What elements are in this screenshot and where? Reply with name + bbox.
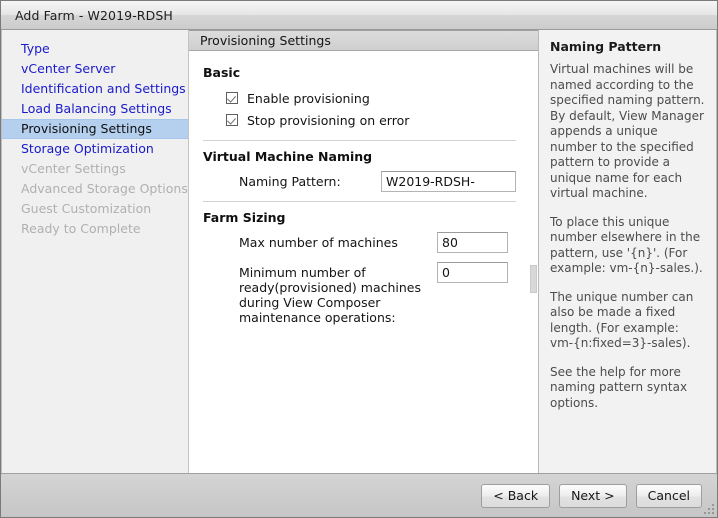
sidebar-item-vcenter-server[interactable]: vCenter Server xyxy=(2,59,188,79)
content-header: Provisioning Settings xyxy=(189,30,538,51)
section-title-virtual-machine-naming: Virtual Machine Naming xyxy=(203,149,373,164)
sidebar-item-ready-to-complete: Ready to Complete xyxy=(21,221,141,236)
max-machines-label: Max number of machines xyxy=(239,235,398,250)
sidebar-item-storage-optimization[interactable]: Storage Optimization xyxy=(2,139,188,159)
max-machines-row: Max number of machines 80 xyxy=(203,232,516,253)
sidebar-item-provisioning-settings[interactable]: Provisioning Settings xyxy=(2,119,188,139)
help-paragraph-4: See the help for more naming pattern syn… xyxy=(550,364,688,410)
naming-pattern-input[interactable]: W2019-RDSH- xyxy=(381,171,516,192)
min-ready-machines-input[interactable]: 0 xyxy=(437,262,508,283)
content-scroll-area: Basic Enable provisioning Stop provision… xyxy=(189,51,538,473)
naming-pattern-label: Naming Pattern: xyxy=(239,174,341,189)
sidebar-item-guest-customization: Guest Customization xyxy=(21,201,152,216)
sidebar-item-advanced-storage-options: Advanced Storage Options xyxy=(21,181,188,196)
max-machines-input[interactable]: 80 xyxy=(437,232,508,253)
resize-grip[interactable] xyxy=(704,504,714,514)
min-ready-machines-label: Minimum number of ready(provisioned) mac… xyxy=(239,265,422,325)
help-title: Naming Pattern xyxy=(550,39,662,54)
cancel-button[interactable]: Cancel xyxy=(635,483,702,508)
title-bar: Add Farm - W2019-RDSH xyxy=(1,1,717,30)
section-title-farm-sizing: Farm Sizing xyxy=(203,210,286,225)
sidebar-item-identification-and-settings[interactable]: Identification and Settings xyxy=(2,79,188,99)
help-paragraph-3: The unique number can also be made a fix… xyxy=(550,289,694,351)
enable-provisioning-label: Enable provisioning xyxy=(247,90,370,106)
back-button[interactable]: < Back xyxy=(481,483,551,508)
help-paragraph-2: To place this unique number elsewhere in… xyxy=(550,214,703,276)
wizard-step-list: Type vCenter Server Identification and S… xyxy=(2,30,189,473)
sidebar-item-load-balancing-settings[interactable]: Load Balancing Settings xyxy=(2,99,188,119)
min-ready-machines-row: Minimum number of ready(provisioned) mac… xyxy=(203,262,516,325)
enable-provisioning-checkbox[interactable] xyxy=(226,92,238,104)
help-paragraph-1: Virtual machines will be named according… xyxy=(550,62,705,200)
content-scrollbar-thumb[interactable] xyxy=(530,265,537,293)
section-divider-2 xyxy=(203,201,516,202)
sidebar-item-type[interactable]: Type xyxy=(2,39,188,59)
section-divider-1 xyxy=(203,140,516,141)
window-title: Add Farm - W2019-RDSH xyxy=(15,7,173,23)
content-header-label: Provisioning Settings xyxy=(200,33,331,48)
stop-provisioning-on-error-row[interactable]: Stop provisioning on error xyxy=(203,109,516,131)
help-panel: Naming Pattern Virtual machines will be … xyxy=(538,30,716,473)
stop-provisioning-on-error-checkbox[interactable] xyxy=(226,114,238,126)
content-vertical-scrollbar[interactable] xyxy=(529,51,538,473)
sidebar-item-vcenter-settings: vCenter Settings xyxy=(21,161,126,176)
stop-provisioning-on-error-label: Stop provisioning on error xyxy=(247,112,410,128)
section-title-basic: Basic xyxy=(203,65,241,80)
next-button[interactable]: Next > xyxy=(559,483,627,508)
dialog-body: Type vCenter Server Identification and S… xyxy=(1,30,717,473)
naming-pattern-row: Naming Pattern: W2019-RDSH- xyxy=(203,171,516,192)
content-pane: Provisioning Settings Basic Enable provi… xyxy=(189,30,538,473)
add-farm-dialog: Add Farm - W2019-RDSH Type vCenter Serve… xyxy=(0,0,718,518)
dialog-footer: < Back Next > Cancel xyxy=(1,473,717,517)
enable-provisioning-row[interactable]: Enable provisioning xyxy=(203,87,516,109)
